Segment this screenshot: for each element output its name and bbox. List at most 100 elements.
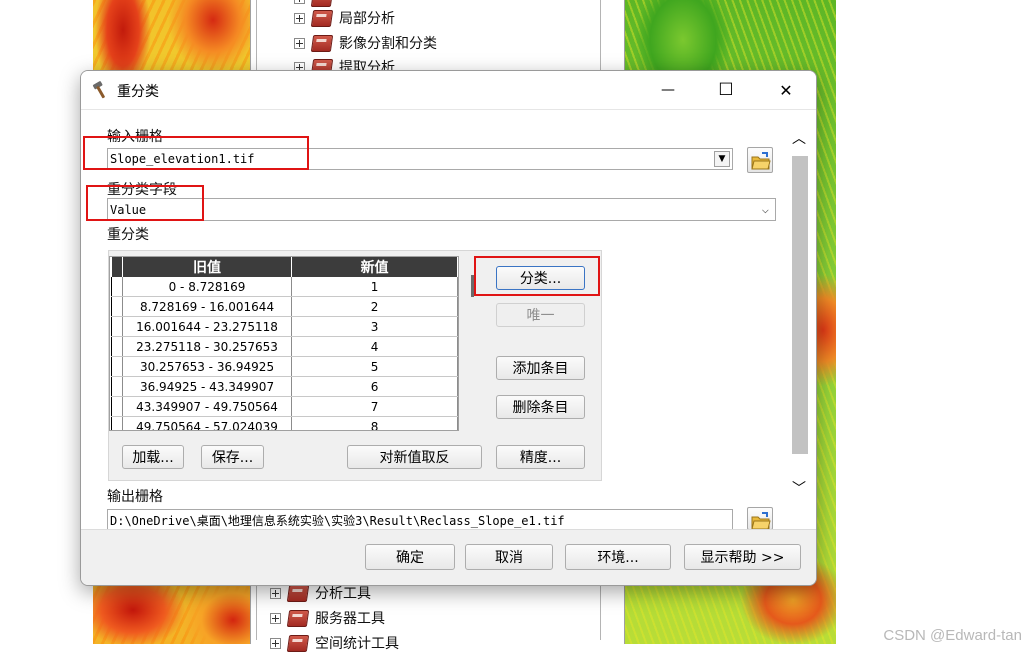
output-raster-label: 输出栅格 [107,489,163,505]
new-value-cell[interactable]: 2 [291,296,458,317]
watermark: CSDN @Edward-tan [883,627,1022,644]
show-help-button[interactable]: 显示帮助 >> [684,544,801,570]
new-value-cell[interactable]: 4 [291,336,458,357]
title-bar[interactable]: 重分类 — ☐ ✕ [81,71,816,109]
save-button[interactable]: 保存... [201,445,264,469]
environments-button[interactable]: 环境... [565,544,671,570]
hammer-icon [91,80,111,100]
column-header-old[interactable]: 旧值 [122,257,293,277]
browse-input-button[interactable] [747,147,773,173]
expand-icon[interactable] [270,612,281,624]
table-row[interactable]: 8.728169 - 16.001644 2 [111,296,458,317]
row-header-corner [111,257,123,277]
reclass-table[interactable]: 旧值 新值 0 - 8.728169 1 8.728169 - 16.001644… [109,256,459,431]
maximize-icon: ☐ [718,80,734,100]
output-raster-value: D:\OneDrive\桌面\地理信息系统实验\实验3\Result\Recla… [110,513,565,528]
new-value-cell[interactable]: 8 [291,416,458,430]
ok-button[interactable]: 确定 [365,544,455,570]
close-icon: ✕ [779,80,793,100]
scrollbar-thumb[interactable] [792,156,808,454]
highlight-box-input [83,136,309,170]
reclass-grid: 旧值 新值 0 - 8.728169 1 8.728169 - 16.001644… [111,257,458,430]
highlight-box-classify [474,256,600,296]
expand-icon[interactable] [294,37,305,49]
table-row[interactable]: 30.257653 - 36.94925 5 [111,356,458,377]
toolbox-item-local[interactable]: 局部分析 [294,8,395,28]
toolbox-item-label: 局部分析 [339,11,395,27]
cancel-button[interactable]: 取消 [465,544,553,570]
chevron-down-icon[interactable]: ﹀ [792,478,806,498]
new-value-cell[interactable]: 1 [291,277,458,297]
row-selector[interactable] [111,277,123,297]
chevron-up-icon[interactable]: ︿ [792,128,806,148]
toolbox-icon [286,634,310,652]
old-value-cell[interactable]: 30.257653 - 36.94925 [122,356,293,377]
open-folder-icon [751,152,771,170]
table-row[interactable]: 23.275118 - 30.257653 4 [111,336,458,357]
toolbox-item-label: 分析工具 [315,586,371,602]
unique-button[interactable]: 唯一 [496,303,585,327]
toolset-icon [310,0,334,7]
minimize-button[interactable]: — [639,71,697,109]
row-selector[interactable] [111,356,123,377]
toolbox-icon [286,584,310,602]
toolbox-item-segmentation[interactable]: 影像分割和分类 [294,33,437,53]
expand-icon[interactable] [270,587,281,599]
reverse-new-values-button[interactable]: 对新值取反 [347,445,482,469]
toolbox-icon [286,609,310,627]
expand-icon[interactable] [294,12,305,24]
old-value-cell[interactable]: 0 - 8.728169 [122,277,293,297]
open-folder-icon [751,512,771,530]
table-row[interactable]: 49.750564 - 57.024039 8 [111,416,458,430]
old-value-cell[interactable]: 49.750564 - 57.024039 [122,416,293,430]
toolbox-item-spatial-stats[interactable]: 空间统计工具 [270,633,399,653]
close-button[interactable]: ✕ [757,71,815,109]
table-row[interactable]: 0 - 8.728169 1 [111,277,458,297]
minimize-icon: — [661,82,675,98]
row-selector[interactable] [111,336,123,357]
dialog-footer: 确定 取消 环境... 显示帮助 >> [81,529,816,585]
row-selector[interactable] [111,376,123,397]
dialog-scrollbar[interactable]: ︿ ﹀ [790,128,808,518]
table-row[interactable]: 36.94925 - 43.349907 6 [111,376,458,397]
dialog-title: 重分类 [117,84,159,100]
new-value-cell[interactable]: 7 [291,396,458,417]
row-selector[interactable] [111,396,123,417]
column-header-new[interactable]: 新值 [291,257,458,277]
toolbox-item-label: 服务器工具 [315,611,385,627]
browse-output-button[interactable] [747,507,773,530]
load-button[interactable]: 加载... [122,445,184,469]
old-value-cell[interactable]: 23.275118 - 30.257653 [122,336,293,357]
row-selector[interactable] [111,296,123,317]
table-row[interactable]: 43.349907 - 49.750564 7 [111,396,458,417]
toolbox-item-hidden [294,0,339,8]
maximize-button[interactable]: ☐ [697,71,755,109]
old-value-cell[interactable]: 8.728169 - 16.001644 [122,296,293,317]
reclassify-dialog: 重分类 — ☐ ✕ 输入栅格 Slope_elevation1.tif ▼ 重分… [80,70,817,586]
toolbox-item-server[interactable]: 服务器工具 [270,608,385,628]
new-value-cell[interactable]: 3 [291,316,458,337]
input-raster-dropdown[interactable]: ▼ [714,151,730,167]
toolbox-item-analysis[interactable]: 分析工具 [270,583,371,603]
new-value-cell[interactable]: 5 [291,356,458,377]
toolset-icon [310,9,334,27]
old-value-cell[interactable]: 16.001644 - 23.275118 [122,316,293,337]
new-value-cell[interactable]: 6 [291,376,458,397]
reclass-field-select[interactable]: Value ⌵ [107,198,776,221]
chevron-down-icon: ⌵ [761,202,769,216]
toolbox-item-label: 影像分割和分类 [339,36,437,52]
expand-icon[interactable] [270,637,281,649]
toolset-icon [310,34,334,52]
output-raster-field[interactable]: D:\OneDrive\桌面\地理信息系统实验\实验3\Result\Recla… [107,509,733,530]
row-selector[interactable] [111,316,123,337]
delete-entry-button[interactable]: 删除条目 [496,395,585,419]
expand-icon[interactable] [294,0,305,4]
add-entry-button[interactable]: 添加条目 [496,356,585,380]
precision-button[interactable]: 精度... [496,445,585,469]
highlight-box-field [86,185,204,221]
row-selector[interactable] [111,416,123,430]
old-value-cell[interactable]: 36.94925 - 43.349907 [122,376,293,397]
chevron-down-icon: ▼ [718,154,726,164]
table-row[interactable]: 16.001644 - 23.275118 3 [111,316,458,337]
old-value-cell[interactable]: 43.349907 - 49.750564 [122,396,293,417]
